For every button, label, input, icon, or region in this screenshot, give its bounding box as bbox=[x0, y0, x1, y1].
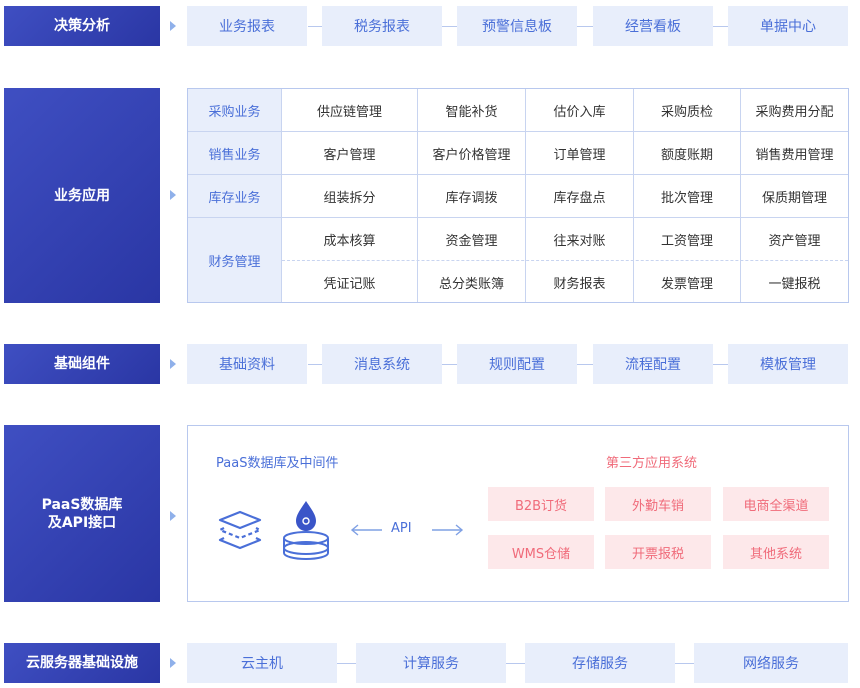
row-label-paas: PaaS数据库 及API接口 bbox=[4, 425, 160, 602]
grid-cell[interactable]: 往来对账 bbox=[526, 219, 633, 259]
grid-cell[interactable]: 工资管理 bbox=[634, 219, 740, 259]
decision-item[interactable]: 业务报表 bbox=[187, 6, 307, 46]
grid-cell[interactable]: 智能补货 bbox=[418, 89, 525, 131]
grid-cell[interactable]: 采购质检 bbox=[634, 89, 740, 131]
grid-cell[interactable]: 供应链管理 bbox=[282, 89, 417, 131]
arrow-icon bbox=[170, 511, 176, 521]
cloud-item[interactable]: 计算服务 bbox=[356, 643, 506, 683]
decision-item[interactable]: 单据中心 bbox=[728, 6, 848, 46]
third-party-item[interactable]: WMS仓储 bbox=[488, 535, 594, 569]
grid-cell[interactable]: 组装拆分 bbox=[282, 175, 417, 217]
decision-item[interactable]: 税务报表 bbox=[322, 6, 442, 46]
grid-cell[interactable]: 总分类账簿 bbox=[418, 262, 525, 302]
paas-label-line1: PaaS数据库 bbox=[41, 496, 123, 513]
group-header-sales: 销售业务 bbox=[188, 132, 281, 175]
grid-line-dashed bbox=[282, 260, 848, 261]
database-icon bbox=[283, 501, 329, 560]
row-label-cloud: 云服务器基础设施 bbox=[4, 643, 160, 683]
group-header-purchase: 采购业务 bbox=[188, 89, 281, 132]
cloud-item[interactable]: 网络服务 bbox=[694, 643, 848, 683]
api-label: API bbox=[391, 521, 412, 536]
grid-cell[interactable]: 库存盘点 bbox=[526, 175, 633, 217]
row-label-base: 基础组件 bbox=[4, 344, 160, 384]
paas-panel: PaaS数据库及中间件 API 第三方应用系统 B2B订货 外勤车销 电商全渠道… bbox=[187, 425, 849, 602]
grid-cell[interactable]: 批次管理 bbox=[634, 175, 740, 217]
base-item[interactable]: 流程配置 bbox=[593, 344, 713, 384]
arrow-icon bbox=[170, 658, 176, 668]
grid-cell[interactable]: 一键报税 bbox=[741, 262, 848, 302]
grid-cell[interactable]: 成本核算 bbox=[282, 219, 417, 259]
row-label-decision: 决策分析 bbox=[4, 6, 160, 46]
grid-cell[interactable]: 采购费用分配 bbox=[741, 89, 848, 131]
cloud-item[interactable]: 云主机 bbox=[187, 643, 337, 683]
cloud-item[interactable]: 存储服务 bbox=[525, 643, 675, 683]
decision-item[interactable]: 预警信息板 bbox=[457, 6, 577, 46]
grid-line bbox=[188, 217, 848, 218]
third-party-item[interactable]: 电商全渠道 bbox=[723, 487, 829, 521]
arrow-icon bbox=[170, 21, 176, 31]
group-header-finance: 财务管理 bbox=[188, 218, 281, 302]
grid-cell[interactable]: 额度账期 bbox=[634, 132, 740, 174]
grid-cell[interactable]: 订单管理 bbox=[526, 132, 633, 174]
base-item[interactable]: 消息系统 bbox=[322, 344, 442, 384]
arrow-icon bbox=[170, 359, 176, 369]
base-item[interactable]: 规则配置 bbox=[457, 344, 577, 384]
third-party-item[interactable]: 外勤车销 bbox=[605, 487, 711, 521]
grid-cell[interactable]: 财务报表 bbox=[526, 262, 633, 302]
decision-item[interactable]: 经营看板 bbox=[593, 6, 713, 46]
grid-cell[interactable]: 发票管理 bbox=[634, 262, 740, 302]
arrow-icon bbox=[170, 190, 176, 200]
grid-cell[interactable]: 销售费用管理 bbox=[741, 132, 848, 174]
third-party-title: 第三方应用系统 bbox=[606, 456, 698, 471]
third-party-item[interactable]: 其他系统 bbox=[723, 535, 829, 569]
grid-cell[interactable]: 估价入库 bbox=[526, 89, 633, 131]
third-party-item[interactable]: B2B订货 bbox=[488, 487, 594, 521]
base-item[interactable]: 模板管理 bbox=[728, 344, 848, 384]
grid-cell[interactable]: 资产管理 bbox=[741, 219, 848, 259]
group-header-inventory: 库存业务 bbox=[188, 175, 281, 218]
third-party-item[interactable]: 开票报税 bbox=[605, 535, 711, 569]
grid-cell[interactable]: 保质期管理 bbox=[741, 175, 848, 217]
layers-icon bbox=[218, 510, 262, 550]
paas-db-title: PaaS数据库及中间件 bbox=[216, 456, 339, 471]
row-label-business: 业务应用 bbox=[4, 88, 160, 303]
base-item[interactable]: 基础资料 bbox=[187, 344, 307, 384]
grid-cell[interactable]: 客户价格管理 bbox=[418, 132, 525, 174]
grid-cell[interactable]: 凭证记账 bbox=[282, 262, 417, 302]
grid-cell[interactable]: 客户管理 bbox=[282, 132, 417, 174]
grid-cell[interactable]: 资金管理 bbox=[418, 219, 525, 259]
paas-label-line2: 及API接口 bbox=[47, 514, 117, 531]
business-grid: 采购业务 销售业务 库存业务 财务管理 供应链管理 智能补货 估价入库 采购质检… bbox=[187, 88, 849, 303]
grid-cell[interactable]: 库存调拨 bbox=[418, 175, 525, 217]
